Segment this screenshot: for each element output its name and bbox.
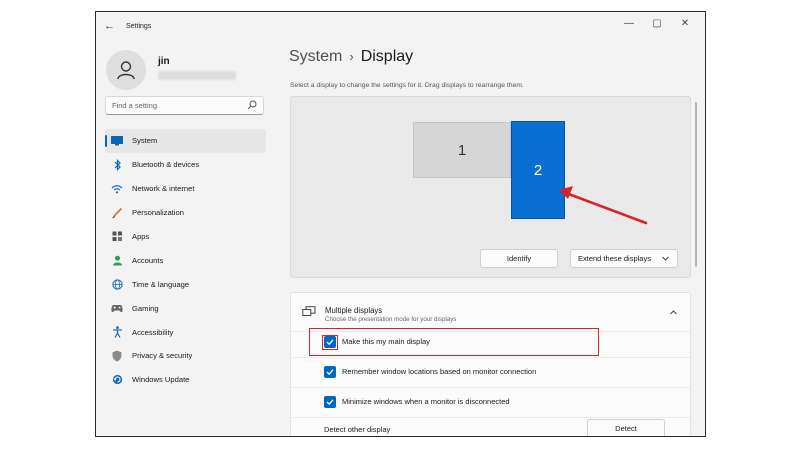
arrangement-instruction: Select a display to change the settings … [290,82,524,89]
multiple-displays-section: Multiple displays Choose the presentatio… [290,292,691,436]
sidebar-item-bluetooth[interactable]: Bluetooth & devices [105,153,266,177]
page-title: Display [360,48,414,65]
main-content: System › Display Select a display to chang… [281,42,701,436]
update-icon [111,374,123,386]
display-mode-dropdown[interactable]: Extend these displays [570,249,678,268]
option-row-remember-locations: Remember window locations based on monit… [291,362,690,382]
sidebar-item-gaming[interactable]: Gaming [105,296,266,320]
search-input[interactable] [106,97,248,114]
display-arrangement-panel: 1 2 Identify Extend these displays [290,96,691,278]
annotation-highlight-checkbox [322,335,338,350]
person-icon [111,254,123,266]
minimize-windows-label: Minimize windows when a monitor is disco… [342,397,510,406]
user-icon [117,61,135,80]
sidebar-nav: System Bluetooth & devices Network & int… [105,129,266,392]
detect-other-display-label: Detect other display [324,425,391,434]
apps-icon [111,231,123,243]
brush-icon [111,207,123,219]
sidebar-item-label: Gaming [132,303,159,313]
multiple-displays-icon [302,306,316,316]
checkmark-icon [326,369,334,376]
section-subtitle: Choose the presentation mode for your di… [325,316,457,323]
option-row-minimize-windows: Minimize windows when a monitor is disco… [291,392,690,412]
settings-window: ← Settings — ▢ ✕ jin Find a setting Syst… [95,11,706,437]
shield-icon [111,350,123,362]
title-bar: ← Settings — ▢ ✕ [96,12,705,42]
app-title: Settings [126,23,152,30]
sidebar-item-time-language[interactable]: Time & language [105,272,266,296]
section-title: Multiple displays [325,306,383,315]
close-button[interactable]: ✕ [671,16,699,32]
search-box[interactable] [105,96,264,115]
sidebar-item-windows-update[interactable]: Windows Update [105,368,266,392]
search-icon[interactable] [247,100,257,110]
display-mode-selected: Extend these displays [578,254,651,263]
chevron-up-icon[interactable] [669,308,678,317]
globe-clock-icon [111,278,123,290]
sidebar-item-label: Personalization [132,208,184,218]
sidebar-item-accessibility[interactable]: Accessibility [105,320,266,344]
monitor-icon [111,135,123,147]
bluetooth-icon [111,158,123,171]
annotation-highlight-row [309,328,599,356]
breadcrumb-parent[interactable]: System [289,48,342,65]
breadcrumb: System › Display [289,48,413,66]
maximize-button[interactable]: ▢ [643,16,671,32]
wifi-icon [111,183,123,195]
sidebar-item-label: Network & internet [132,184,195,194]
back-arrow-icon[interactable]: ← [104,20,115,32]
divider [291,387,690,388]
window-controls: — ▢ ✕ [615,16,699,32]
sidebar-item-label: Privacy & security [132,351,193,361]
minimize-windows-checkbox[interactable] [324,396,336,408]
remember-locations-checkbox[interactable] [324,366,336,378]
sidebar-item-label: System [132,136,158,146]
sidebar: jin System Bluetooth & devices [96,42,276,436]
sidebar-item-privacy[interactable]: Privacy & security [105,344,266,368]
sidebar-item-label: Accounts [132,255,164,265]
accessibility-icon [111,326,123,338]
sidebar-item-personalization[interactable]: Personalization [105,201,266,225]
identify-button[interactable]: Identify [480,249,558,268]
sidebar-item-label: Time & language [132,279,190,289]
sidebar-item-accounts[interactable]: Accounts [105,248,266,272]
scrollbar[interactable] [695,102,697,267]
sidebar-item-label: Apps [132,232,150,241]
remember-locations-label: Remember window locations based on monit… [342,367,537,376]
sidebar-item-label: Accessibility [132,327,174,337]
gamepad-icon [111,302,123,314]
breadcrumb-separator: › [349,49,354,64]
user-email-redacted [158,71,236,80]
sidebar-item-label: Bluetooth & devices [132,160,200,170]
divider [291,417,690,418]
divider [291,357,690,358]
sidebar-item-apps[interactable]: Apps [105,225,266,249]
minimize-button[interactable]: — [615,16,643,32]
checkmark-icon [326,399,334,406]
sidebar-item-label: Windows Update [132,375,190,385]
detect-button[interactable]: Detect [587,419,665,436]
avatar[interactable] [106,50,146,90]
sidebar-item-network[interactable]: Network & internet [105,177,266,201]
user-name: jin [158,56,170,67]
chevron-down-icon [662,256,669,261]
sidebar-item-system[interactable]: System [105,129,266,153]
